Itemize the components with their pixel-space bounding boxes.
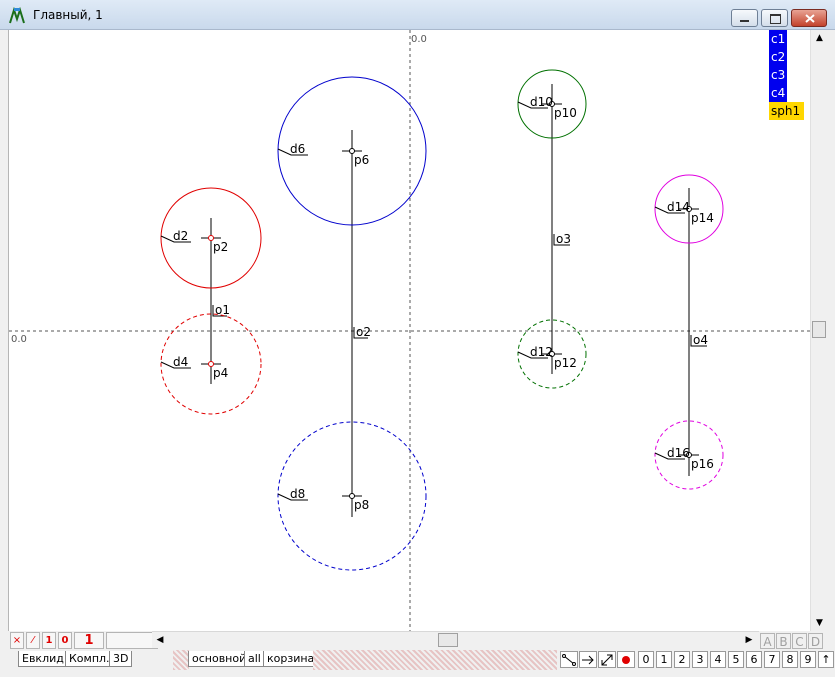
svg-text:o3: o3 xyxy=(556,232,571,246)
tabs-filler xyxy=(313,650,557,670)
window-title: Главный, 1 xyxy=(33,8,103,22)
digit-button-4[interactable]: 4 xyxy=(710,651,726,668)
geometry-drawing[interactable]: 0.0 0.0 o1 o2 o3 o4 p2d2p4d4p6d6p8d8p10d… xyxy=(9,30,811,631)
point-label-p14: p14 xyxy=(691,211,714,225)
diagonal-arrow-button[interactable] xyxy=(598,651,616,668)
axis-label-o2: o2 xyxy=(353,325,371,339)
tab-layer-main[interactable]: основной xyxy=(188,651,251,667)
up-arrow-button[interactable]: ↑ xyxy=(818,651,834,668)
zero-button[interactable]: 0 xyxy=(58,632,72,649)
tab-euclid[interactable]: Евклид xyxy=(18,651,68,667)
diameter-label-d12: d12 xyxy=(530,345,553,359)
point-label-p10: p10 xyxy=(554,106,577,120)
tab-separator xyxy=(173,650,189,670)
axis-label-o4: o4 xyxy=(690,333,708,347)
vertical-scroll-thumb[interactable] xyxy=(812,321,826,338)
one-button[interactable]: 1 xyxy=(42,632,56,649)
tab-complex[interactable]: Компл. xyxy=(65,651,114,667)
diameter-label-d14: d14 xyxy=(667,200,690,214)
scroll-right-icon[interactable]: ▶ xyxy=(741,632,757,648)
svg-text:o2: o2 xyxy=(356,325,371,339)
y-origin-label: 0.0 xyxy=(11,334,27,345)
digit-button-0[interactable]: 0 xyxy=(638,651,654,668)
arrow-tool-button[interactable] xyxy=(579,651,597,668)
tab-layer-all[interactable]: all xyxy=(244,651,265,667)
legend-item-c4[interactable]: c4 xyxy=(769,84,787,102)
segment-icon xyxy=(562,654,576,666)
digit-button-8[interactable]: 8 xyxy=(782,651,798,668)
letter-a-button[interactable]: A xyxy=(760,633,775,649)
title-bar: Главный, 1 xyxy=(0,0,835,30)
digit-button-7[interactable]: 7 xyxy=(764,651,780,668)
point-label-p12: p12 xyxy=(554,356,577,370)
point-label-p2: p2 xyxy=(213,240,228,254)
axis-label-o3: o3 xyxy=(553,232,571,246)
minimize-button[interactable] xyxy=(731,9,758,27)
restore-icon xyxy=(770,14,781,24)
x-origin-label: 0.0 xyxy=(411,34,427,45)
diagonal-arrow-icon xyxy=(601,654,613,666)
legend-item-c3[interactable]: c3 xyxy=(769,66,787,84)
scroll-down-icon[interactable]: ▼ xyxy=(811,615,828,631)
digit-button-5[interactable]: 5 xyxy=(728,651,744,668)
maximize-button[interactable] xyxy=(761,9,788,27)
letter-c-button[interactable]: C xyxy=(792,633,807,649)
scroll-left-icon[interactable]: ◀ xyxy=(152,632,168,648)
scroll-up-icon[interactable]: ▲ xyxy=(811,30,828,46)
diameter-label-d4: d4 xyxy=(173,355,188,369)
digit-button-6[interactable]: 6 xyxy=(746,651,762,668)
digit-button-2[interactable]: 2 xyxy=(674,651,690,668)
app-icon xyxy=(9,7,25,24)
point-label-p6: p6 xyxy=(354,153,369,167)
close-icon xyxy=(805,14,815,23)
legend-item-c1[interactable]: c1 xyxy=(769,30,787,48)
svg-text:o4: o4 xyxy=(693,333,708,347)
point-label-p16: p16 xyxy=(691,457,714,471)
level-indicator[interactable]: 1 xyxy=(74,632,104,649)
blank-field xyxy=(106,632,158,649)
tab-layer-trash[interactable]: корзина xyxy=(263,651,319,667)
diameter-label-d16: d16 xyxy=(667,446,690,460)
letter-b-button[interactable]: B xyxy=(776,633,791,649)
legend-item-sph1[interactable]: sph1 xyxy=(769,102,804,120)
minimize-icon xyxy=(740,20,749,22)
record-button[interactable] xyxy=(617,651,635,668)
diameter-label-d8: d8 xyxy=(290,487,305,501)
horizontal-scroll-thumb[interactable] xyxy=(438,633,458,647)
letter-d-button[interactable]: D xyxy=(808,633,823,649)
record-dot-icon xyxy=(622,656,630,664)
digit-button-1[interactable]: 1 xyxy=(656,651,672,668)
horizontal-scrollbar[interactable]: ◀ ▶ xyxy=(152,631,759,648)
diameter-label-d6: d6 xyxy=(290,142,305,156)
diameter-label-d2: d2 xyxy=(173,229,188,243)
digit-button-9[interactable]: 9 xyxy=(800,651,816,668)
drawing-canvas[interactable]: 0.0 0.0 o1 o2 o3 o4 p2 d2 p4 d4 p6 d6 p8 d8 p10 d… xyxy=(8,30,811,631)
tab-3d[interactable]: 3D xyxy=(109,651,133,667)
digit-button-3[interactable]: 3 xyxy=(692,651,708,668)
segment-tool-button[interactable] xyxy=(560,651,578,668)
line-tool-button[interactable]: ⁄ xyxy=(26,632,40,649)
vertical-scrollbar[interactable]: ▲ ▼ xyxy=(810,30,828,631)
point-label-p8: p8 xyxy=(354,498,369,512)
diameter-label-d10: d10 xyxy=(530,95,553,109)
point-label-p4: p4 xyxy=(213,366,228,380)
close-button[interactable] xyxy=(791,9,827,27)
delete-button[interactable]: × xyxy=(10,632,24,649)
arrow-right-icon xyxy=(582,655,594,665)
legend-item-c2[interactable]: c2 xyxy=(769,48,787,66)
